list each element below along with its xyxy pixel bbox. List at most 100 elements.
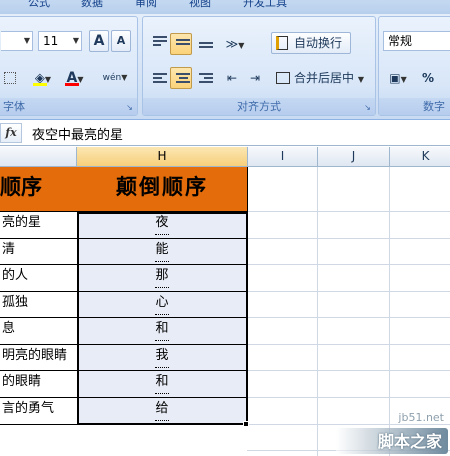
align-bottom-button[interactable] bbox=[193, 33, 215, 55]
cell-h-header[interactable]: 颠倒顺序 bbox=[77, 167, 248, 212]
align-left-icon bbox=[153, 73, 167, 83]
font-color-bar bbox=[65, 83, 79, 86]
number-format-value: 常规 bbox=[388, 34, 413, 48]
phonetic-guide-button[interactable]: wén▼ bbox=[97, 67, 133, 89]
column-header-h[interactable]: H bbox=[77, 147, 248, 167]
dialog-launcher-icon[interactable]: ↘ bbox=[363, 103, 372, 112]
grow-font-button[interactable]: A bbox=[89, 30, 109, 52]
chevron-down-icon: ▼ bbox=[400, 75, 407, 84]
grow-font-icon: A bbox=[93, 33, 105, 49]
cell-g-row[interactable]: 亮的星 bbox=[0, 212, 78, 239]
font-size-combo[interactable]: 11 ▼ bbox=[38, 31, 82, 51]
ribbon-tab-strip: 公式 数据 审阅 视图 开发工具 bbox=[0, 0, 450, 14]
merge-cells-icon bbox=[276, 72, 290, 84]
chevron-down-icon: ▼ bbox=[121, 73, 128, 82]
tab-view[interactable]: 视图 bbox=[189, 0, 211, 10]
cell-h-row[interactable]: 我 bbox=[77, 345, 248, 371]
font-name-combo[interactable]: ▼ bbox=[1, 31, 33, 51]
percent-icon: % bbox=[421, 71, 435, 85]
percent-style-button[interactable]: % bbox=[417, 67, 439, 89]
tab-formulas[interactable]: 公式 bbox=[28, 0, 50, 10]
chevron-down-icon: ▼ bbox=[357, 75, 364, 84]
cell-h-text: 给 bbox=[155, 398, 169, 421]
fill-color-button[interactable]: ◈▼ bbox=[29, 67, 57, 89]
increase-indent-button[interactable]: ⇥ bbox=[244, 67, 266, 89]
shrink-font-icon: A bbox=[116, 34, 126, 47]
orientation-button[interactable]: ≫▼ bbox=[221, 33, 249, 55]
fill-color-bar bbox=[33, 83, 47, 86]
number-format-combo[interactable]: 常规 bbox=[383, 31, 450, 51]
tab-data[interactable]: 数据 bbox=[81, 0, 103, 10]
watermark: jb51.net 脚本之家 bbox=[332, 411, 450, 456]
watermark-text: 脚本之家 bbox=[377, 432, 442, 451]
chevron-down-icon: ▼ bbox=[238, 41, 245, 50]
cell-h-row[interactable]: 夜 bbox=[77, 212, 248, 239]
cell-h-row[interactable]: 给 bbox=[77, 398, 248, 425]
column-header-j[interactable]: J bbox=[318, 147, 390, 167]
gridline bbox=[247, 344, 450, 345]
increase-indent-icon: ⇥ bbox=[249, 71, 261, 85]
wrap-text-button[interactable]: 自动换行 bbox=[271, 32, 351, 54]
tab-review[interactable]: 审阅 bbox=[135, 0, 157, 10]
fx-icon: fx bbox=[5, 126, 17, 139]
cell-h-text: 能 bbox=[155, 239, 169, 262]
cell-h-text: 夜 bbox=[155, 212, 169, 235]
borders-button[interactable] bbox=[0, 67, 21, 89]
chevron-down-icon: ▼ bbox=[72, 36, 79, 45]
gridline bbox=[247, 291, 450, 292]
fill-handle[interactable] bbox=[243, 421, 249, 427]
currency-icon: ▣ bbox=[389, 71, 401, 85]
cell-h-text: 我 bbox=[155, 345, 169, 368]
formula-bar: fx 夜空中最亮的星 bbox=[0, 120, 450, 146]
wrap-text-label: 自动换行 bbox=[294, 36, 343, 50]
alignment-group: ≫▼ 自动换行 ⇤ ⇥ 合并后居中 ▼ 对齐方式 ↘ bbox=[142, 16, 376, 116]
column-header-g[interactable] bbox=[0, 147, 77, 167]
align-middle-button[interactable] bbox=[170, 33, 192, 55]
cell-h-row[interactable]: 那 bbox=[77, 265, 248, 292]
column-header-i[interactable]: I bbox=[248, 147, 318, 167]
merge-center-label: 合并后居中 bbox=[294, 71, 355, 85]
border-grid-icon bbox=[4, 72, 16, 84]
align-center-button[interactable] bbox=[170, 67, 192, 89]
align-center-icon bbox=[176, 73, 190, 83]
cell-h-text: 那 bbox=[155, 265, 169, 288]
watermark-url: jb51.net bbox=[398, 411, 444, 424]
cell-g-row[interactable]: 清 bbox=[0, 239, 78, 265]
cell-h-row[interactable]: 和 bbox=[77, 371, 248, 398]
cell-g-row[interactable]: 息 bbox=[0, 318, 78, 345]
text-orientation-icon: ≫ bbox=[225, 37, 239, 51]
align-top-button[interactable] bbox=[147, 33, 169, 55]
cell-h-text: 和 bbox=[155, 318, 169, 341]
cell-g-row[interactable]: 的人 bbox=[0, 265, 78, 292]
cell-h-row[interactable]: 心 bbox=[77, 292, 248, 318]
decrease-indent-button[interactable]: ⇤ bbox=[221, 67, 243, 89]
accounting-format-button[interactable]: ▣▼ bbox=[383, 67, 413, 89]
alignment-group-label: 对齐方式 bbox=[143, 98, 375, 115]
cell-h-row[interactable]: 和 bbox=[77, 318, 248, 345]
align-right-button[interactable] bbox=[193, 67, 215, 89]
gridline bbox=[247, 211, 450, 212]
column-header-k[interactable]: K bbox=[390, 147, 450, 167]
align-bottom-icon bbox=[199, 42, 213, 52]
align-left-button[interactable] bbox=[147, 67, 169, 89]
tab-developer[interactable]: 开发工具 bbox=[243, 0, 287, 10]
align-right-icon bbox=[199, 73, 213, 83]
cell-g-row[interactable]: 的眼睛 bbox=[0, 371, 78, 398]
chevron-down-icon: ▼ bbox=[23, 36, 30, 45]
formula-bar-value[interactable]: 夜空中最亮的星 bbox=[32, 124, 123, 143]
merge-center-button[interactable]: 合并后居中 ▼ bbox=[271, 67, 371, 89]
insert-function-button[interactable]: fx bbox=[0, 123, 22, 143]
cell-g-header[interactable]: 顺序 bbox=[0, 167, 78, 212]
font-size-value: 11 bbox=[43, 34, 59, 48]
cell-g-row[interactable]: 明亮的眼睛 bbox=[0, 345, 78, 371]
font-color-button[interactable]: A▼ bbox=[61, 67, 89, 89]
cell-g-row[interactable]: 孤独 bbox=[0, 292, 78, 318]
cell-g-row[interactable]: 言的勇气 bbox=[0, 398, 78, 425]
cell-h-text: 心 bbox=[155, 292, 169, 315]
ribbon: ▼ 11 ▼ A A ◈▼ A▼ wén▼ 字体 ↘ ≫▼ 自动换行 ⇤ ⇥ 合… bbox=[0, 14, 450, 120]
gridline bbox=[247, 370, 450, 371]
shrink-font-button[interactable]: A bbox=[111, 30, 131, 52]
gridline bbox=[247, 264, 450, 265]
dialog-launcher-icon[interactable]: ↘ bbox=[125, 103, 134, 112]
cell-h-row[interactable]: 能 bbox=[77, 239, 248, 265]
